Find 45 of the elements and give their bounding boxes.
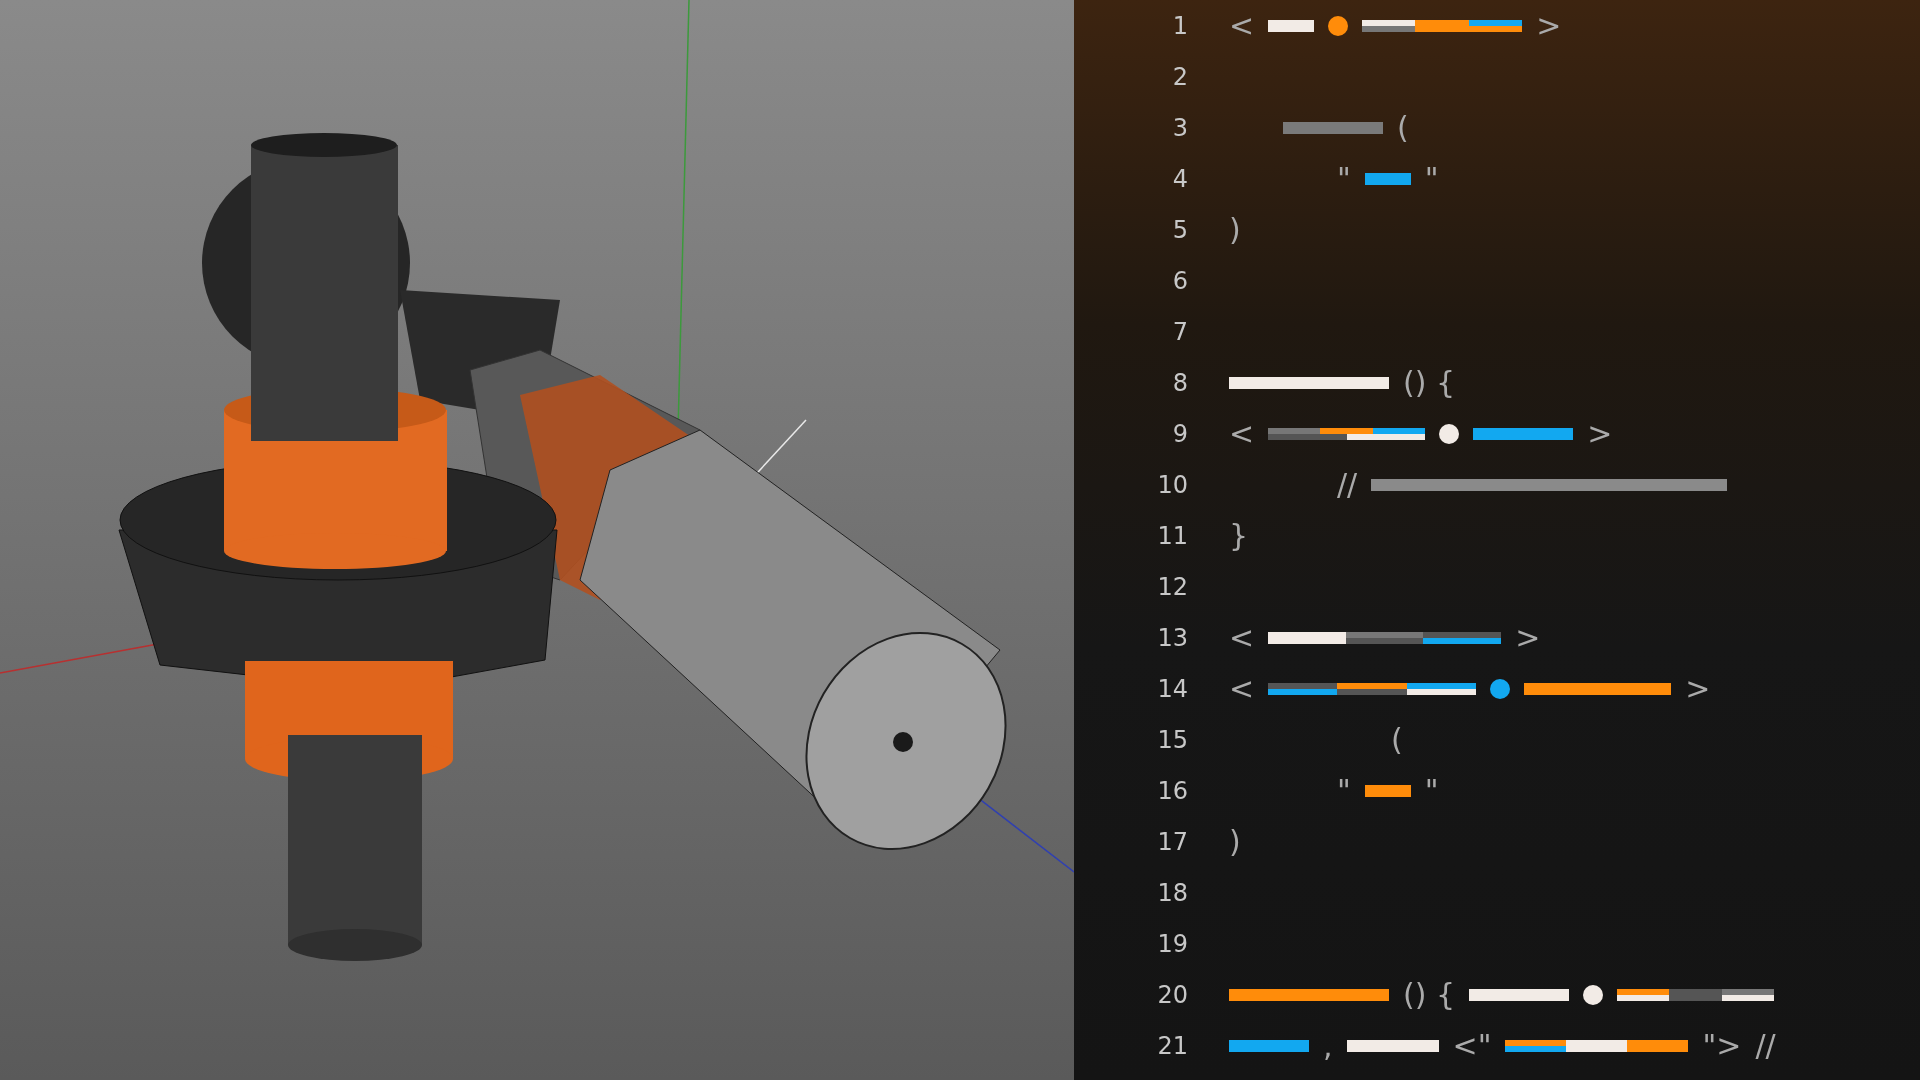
code-symbol: )	[1229, 826, 1241, 857]
line-number: 17	[1156, 827, 1188, 856]
line-number: 14	[1156, 674, 1188, 703]
line-number: 15	[1156, 725, 1188, 754]
line-number: 21	[1156, 1031, 1188, 1060]
code-symbol: >	[1587, 418, 1613, 449]
line-number: 18	[1156, 878, 1188, 907]
code-symbol: "	[1424, 163, 1439, 194]
code-symbol: "	[1337, 163, 1351, 194]
code-symbol: "	[1424, 775, 1439, 806]
line-number: 19	[1156, 929, 1188, 958]
line-number: 8	[1171, 368, 1188, 397]
code-symbol: <	[1229, 10, 1255, 41]
code-symbol: "	[1337, 775, 1351, 806]
code-symbol: ">	[1702, 1030, 1742, 1061]
code-symbol: ,	[1323, 1030, 1333, 1061]
line-number: 10	[1156, 470, 1188, 499]
line-number: 11	[1156, 521, 1188, 550]
code-symbol: (	[1397, 112, 1409, 143]
line-number: 7	[1171, 317, 1188, 346]
code-symbol: >	[1685, 673, 1711, 704]
code-symbol: //	[1755, 1030, 1776, 1061]
code-symbol: )	[1229, 214, 1241, 245]
code-symbol: <	[1229, 622, 1255, 653]
code-symbol: <	[1229, 673, 1255, 704]
line-number: 12	[1156, 572, 1188, 601]
line-number: 2	[1171, 62, 1188, 91]
code-symbol: () {	[1403, 979, 1456, 1010]
line-number: 16	[1156, 776, 1188, 805]
code-symbol: //	[1337, 469, 1358, 500]
line-number: 20	[1156, 980, 1188, 1009]
line-number: 1	[1171, 11, 1188, 40]
code-symbol: (	[1391, 724, 1403, 755]
line-number: 6	[1171, 266, 1188, 295]
line-number: 5	[1171, 215, 1188, 244]
code-symbol: <	[1229, 418, 1255, 449]
code-symbol: }	[1229, 520, 1249, 551]
code-symbol: >	[1515, 622, 1541, 653]
line-number: 9	[1171, 419, 1188, 448]
code-symbol: >	[1536, 10, 1562, 41]
code-symbol: () {	[1403, 367, 1456, 398]
line-number: 13	[1156, 623, 1188, 652]
code-symbol: <"	[1452, 1030, 1492, 1061]
line-number: 4	[1171, 164, 1188, 193]
line-number: 3	[1171, 113, 1188, 142]
